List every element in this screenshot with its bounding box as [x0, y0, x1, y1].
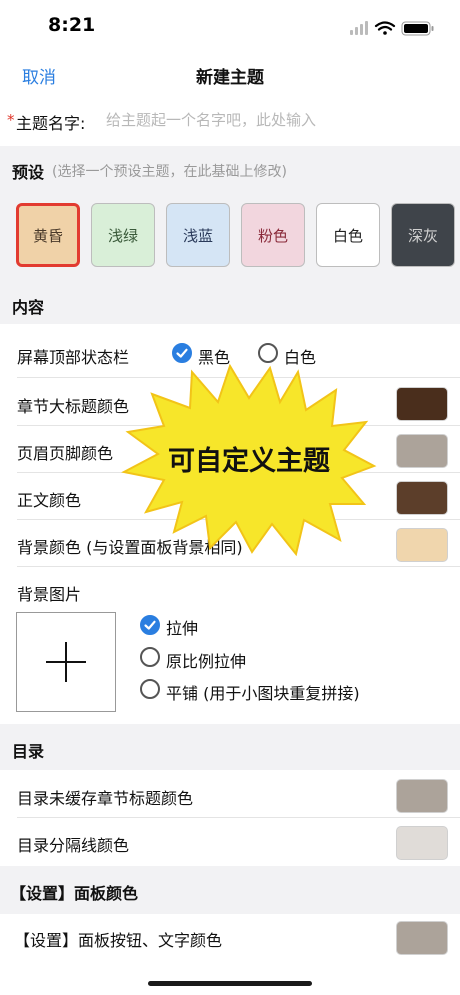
option-tile-label: 平铺 (用于小图块重复拼接) [166, 684, 360, 703]
status-bar-style-label: 屏幕顶部状态栏 [17, 348, 130, 367]
preset-chip-qianlv[interactable]: 浅绿 [91, 203, 155, 267]
color-swatch[interactable] [396, 434, 448, 468]
preset-chip-label: 浅绿 [107, 226, 138, 245]
preset-chip-label: 浅蓝 [182, 226, 213, 245]
preset-section-hint: (选择一个预设主题，在此基础上修改) [52, 164, 287, 180]
status-bar: 8:21 [0, 0, 460, 50]
home-indicator [148, 981, 312, 986]
row-divider [17, 566, 460, 567]
toc-section-title: 目录 [12, 742, 45, 761]
checkmark-icon [144, 620, 156, 630]
status-time: 8:21 [48, 14, 96, 36]
theme-name-label: 主题名字: [16, 114, 86, 133]
preset-chip-fense[interactable]: 粉色 [241, 203, 305, 267]
required-mark: * [7, 111, 15, 129]
cellular-signal-icon [350, 21, 368, 35]
content-section-header: 内容 [0, 284, 460, 324]
preset-chip-baise[interactable]: 白色 [316, 203, 380, 267]
preset-section-header: 预设 (选择一个预设主题，在此基础上修改) [0, 146, 460, 192]
row-label: 【设置】面板按钮、文字颜色 [14, 931, 223, 950]
row-label: 章节大标题颜色 [17, 397, 130, 416]
color-swatch[interactable] [396, 387, 448, 421]
panel-button-text-color-row[interactable]: 【设置】面板按钮、文字颜色 [0, 914, 460, 960]
add-background-image-button[interactable] [16, 612, 116, 712]
preset-chip-label: 黄昏 [32, 226, 63, 245]
row-divider [17, 817, 460, 818]
status-icons [350, 21, 434, 36]
toc-section-header: 目录 [0, 724, 460, 770]
color-swatch[interactable] [396, 779, 448, 813]
page-title: 新建主题 [196, 68, 264, 88]
row-label: 目录未缓存章节标题颜色 [17, 789, 194, 808]
radio-aspect-fit[interactable] [140, 647, 160, 667]
battery-icon [401, 21, 434, 36]
row-label: 目录分隔线颜色 [17, 836, 130, 855]
color-swatch[interactable] [396, 528, 448, 562]
color-swatch[interactable] [396, 481, 448, 515]
preset-chip-label: 深灰 [407, 226, 438, 245]
option-stretch-label: 拉伸 [166, 619, 199, 638]
theme-name-input[interactable] [106, 104, 446, 136]
color-swatch[interactable] [396, 826, 448, 860]
promo-burst: 可自定义主题 [121, 363, 377, 557]
radio-white[interactable] [258, 343, 278, 363]
checkmark-icon [176, 348, 188, 358]
radio-black[interactable] [172, 343, 192, 363]
plus-icon [46, 642, 86, 682]
preset-chip-label: 白色 [332, 226, 363, 245]
background-image-label: 背景图片 [17, 585, 82, 604]
row-label: 正文颜色 [17, 491, 82, 510]
preset-chip-qianlan[interactable]: 浅蓝 [166, 203, 230, 267]
color-swatch[interactable] [396, 921, 448, 955]
option-aspect-fit-label: 原比例拉伸 [166, 652, 247, 671]
radio-stretch[interactable] [140, 615, 160, 635]
panel-section-header: 【设置】面板颜色 [0, 866, 460, 914]
promo-burst-text: 可自定义主题 [168, 445, 330, 477]
wifi-icon [374, 21, 396, 35]
preset-list[interactable]: 黄昏 浅绿 浅蓝 粉色 白色 深灰 [0, 192, 460, 284]
toc-divider-color-row[interactable]: 目录分隔线颜色 [0, 819, 460, 865]
preset-chip-label: 粉色 [257, 226, 288, 245]
panel-section-title: 【设置】面板颜色 [10, 884, 139, 903]
preset-section-title: 预设 [12, 163, 45, 182]
content-section-title: 内容 [12, 298, 45, 317]
toc-uncached-title-color-row[interactable]: 目录未缓存章节标题颜色 [0, 772, 460, 818]
preset-chip-shenhui[interactable]: 深灰 [391, 203, 455, 267]
row-label: 页眉页脚颜色 [17, 444, 114, 463]
radio-tile[interactable] [140, 679, 160, 699]
preset-chip-huanghun[interactable]: 黄昏 [16, 203, 80, 267]
